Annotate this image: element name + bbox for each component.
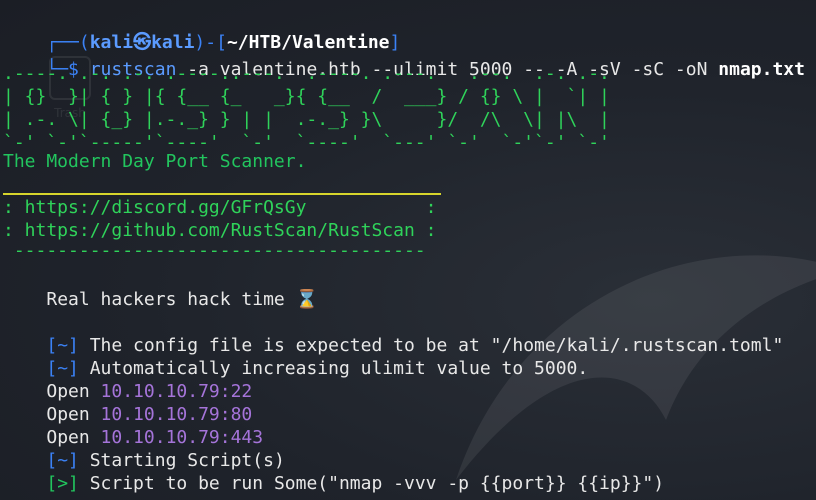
command-outfile: nmap.txt [718,59,805,80]
ulimit-message-line: [~] Automatically increasing ulimit valu… [3,334,588,379]
motto-line: Real hackers hack time ⌛ [3,265,318,310]
motto-text: Real hackers hack time [46,289,296,310]
terminal-window[interactable]: Trash ┌──(kali㉿kali)-[~/HTB/Valentine] └… [0,0,816,500]
config-message-line: [~] The config file is expected to be at… [3,311,783,356]
banner-tagline: The Modern Day Port Scanner. [3,151,307,172]
open-port-line: Open 10.10.10.79:22 [3,357,252,402]
hourglass-icon: ⌛ [295,289,319,310]
starting-script-line: [~] Starting Script(s) [3,426,284,471]
script-run-message: Script to be run Some("nmap -vvv -p {{po… [78,473,665,494]
banner-rule [3,193,441,195]
banner-art-line-1: .----. .-. .-. .----..---. .----. .---. … [3,63,610,84]
banner-art-line-3: | .-. \| {_} |.-._} } | | .-._} }\ }/ /\… [3,109,610,130]
banner-art-line-2: | {} }| { } |{ {__ {_ _}{ {__ / ___} / {… [3,86,610,107]
command-line[interactable]: └─$ rustscan -a valentine.htb --ulimit 5… [3,35,805,80]
prompt-line-top: ┌──(kali㉿kali)-[~/HTB/Valentine] [3,8,400,53]
run-tag: [>] [46,473,79,494]
open-port-line: Open 10.10.10.79:80 [3,380,252,425]
open-port-line: Open 10.10.10.79:443 [3,403,263,448]
discord-link-line: : https://discord.gg/GFrQsGy : [3,197,437,218]
script-run-line: [>] Script to be run Some("nmap -vvv -p … [3,449,664,494]
links-dash-line: -------------------------------------- [3,240,426,261]
